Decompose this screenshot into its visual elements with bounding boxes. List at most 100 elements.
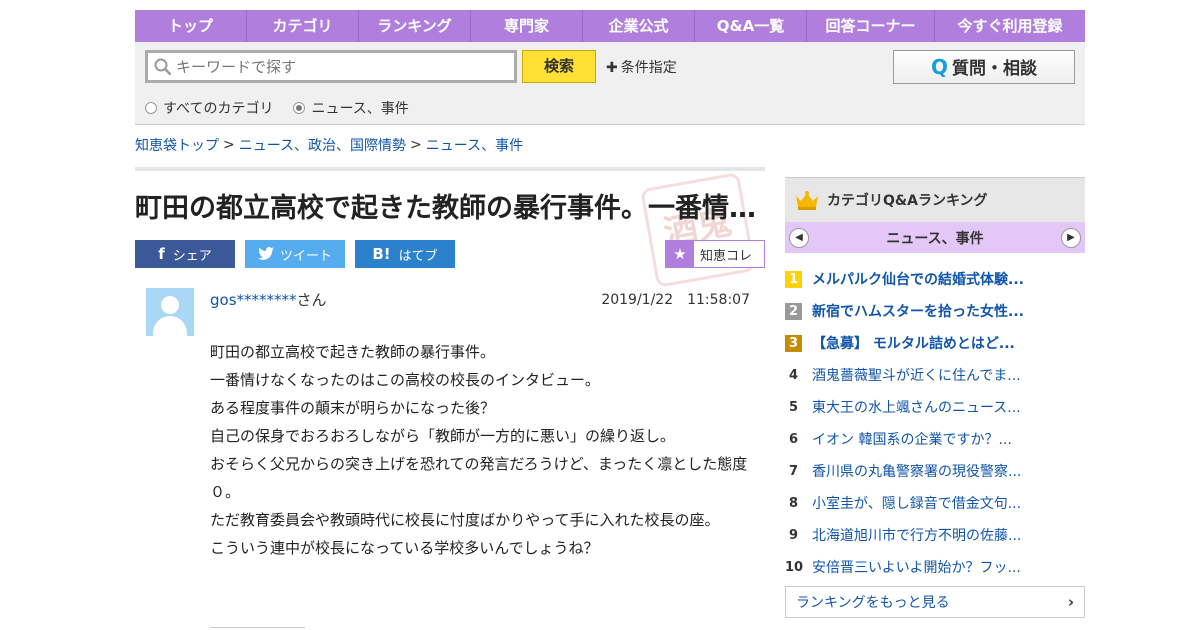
rank-link[interactable]: 北海道旭川市で行方不明の佐藤... [812, 525, 1021, 545]
rank-number: 5 [788, 399, 799, 415]
radio-current-category[interactable]: ニュース、事件 [293, 98, 409, 118]
breadcrumb-top[interactable]: 知恵袋トップ [135, 135, 219, 155]
ranking-category: ニュース、事件 [886, 230, 984, 247]
list-item[interactable]: 1 メルパルク仙台での結婚式体験... [785, 263, 1085, 295]
star-icon: ★ [666, 241, 694, 267]
nav-official[interactable]: 企業公式 [583, 10, 695, 42]
sidebar-ranking: カテゴリQ&Aランキング ◀ ニュース、事件 ▶ 1 メルパルク仙台での結婚式体験… [785, 177, 1085, 618]
nav-qa-list[interactable]: Q&A一覧 [695, 10, 807, 42]
chiecolle-button[interactable]: ★ 知恵コレ [665, 240, 765, 268]
q-icon: Q [930, 55, 948, 79]
list-item[interactable]: 5 東大王の水上颯さんのニュース... [785, 391, 1085, 423]
rank-link[interactable]: メルパルク仙台での結婚式体験... [812, 269, 1024, 289]
more-label: ランキングをもっと見る [796, 595, 950, 611]
breadcrumb: 知恵袋トップ > ニュース、政治、国際情勢 > ニュース、事件 [135, 135, 523, 155]
condition-link[interactable]: ✚ 条件指定 [606, 57, 677, 77]
list-item[interactable]: 4 酒鬼薔薇聖斗が近くに住んでま... [785, 359, 1085, 391]
rank-link[interactable]: 東大王の水上颯さんのニュース... [812, 397, 1021, 417]
ranking-category-bar: ◀ ニュース、事件 ▶ [785, 222, 1085, 253]
rank-number: 2 [785, 302, 802, 320]
ranking-title: カテゴリQ&Aランキング [827, 193, 988, 209]
rank-number: 4 [788, 367, 799, 383]
radio-all-categories[interactable]: すべてのカテゴリ [145, 98, 273, 118]
rank-number: 9 [788, 527, 799, 543]
nav-category[interactable]: カテゴリ [247, 10, 359, 42]
radio-dot-all [145, 102, 157, 114]
global-nav: トップ カテゴリ ランキング 専門家 企業公式 Q&A一覧 回答コーナー 今すぐ… [135, 10, 1085, 42]
nav-experts[interactable]: 専門家 [471, 10, 583, 42]
list-item[interactable]: 3 【急募】 モルタル詰めとはど... [785, 327, 1085, 359]
next-arrow-icon[interactable]: ▶ [1061, 227, 1081, 248]
body-line: ある程度事件の顛末が明らかになった後？ [210, 399, 496, 417]
search-button[interactable]: 検索 [522, 50, 596, 83]
rank-link[interactable]: 【急募】 モルタル詰めとはど... [812, 333, 1015, 353]
breadcrumb-news-politics[interactable]: ニュース、政治、国際情勢 [239, 135, 406, 155]
breadcrumb-news-incidents[interactable]: ニュース、事件 [426, 135, 523, 155]
list-item[interactable]: 8 小室圭が、隠し録音で借金文句... [785, 487, 1085, 519]
rank-number: 3 [785, 334, 802, 352]
divider [135, 167, 765, 171]
body-line: 自己の保身でおろおろしながら「教師が一方的に悪い」の繰り返し。 [210, 427, 676, 445]
ask-label: 質問・相談 [952, 59, 1037, 79]
list-item[interactable]: 10 安倍晋三いよいよ開始か？フッ... [785, 551, 1085, 583]
author-suffix: さん [296, 291, 327, 309]
question-title: 町田の都立高校で起きた教師の暴行事件。一番情けなくなったのはこの高校の校長のイン… [135, 193, 765, 224]
question-timestamp: 2019/1/22 11:58:07 [601, 292, 750, 308]
chevron-right-icon: › [1067, 593, 1074, 611]
search-area: 検索 ✚条件指定 Q質問・相談 すべてのカテゴリ ニュース、事件 [135, 42, 1085, 125]
question-author: gos********さん [210, 289, 327, 310]
ranking-header: カテゴリQ&Aランキング [785, 177, 1085, 222]
body-line: 一番情けなくなったのはこの高校の校長のインタビュー。 [210, 371, 600, 389]
twitter-tweet-button[interactable]: ツイート [245, 240, 345, 268]
share-buttons: f シェア ツイート B! はてブ [135, 240, 465, 268]
chiecolle-label: 知恵コレ [700, 248, 753, 264]
search-input[interactable] [176, 57, 496, 76]
hatena-b-icon: B! [372, 245, 391, 263]
rank-link[interactable]: イオン 韓国系の企業ですか？... [812, 429, 1012, 449]
list-item[interactable]: 6 イオン 韓国系の企業ですか？... [785, 423, 1085, 455]
radio-dot-current [293, 102, 306, 114]
body-line: ただ教育委員会や教頭時代に校長に忖度ばかりやって手に入れた校長の座。 [210, 511, 720, 529]
category-radios: すべてのカテゴリ ニュース、事件 [145, 98, 429, 118]
facebook-icon: f [158, 245, 165, 263]
prev-arrow-icon[interactable]: ◀ [789, 227, 809, 248]
rank-number: 1 [785, 270, 802, 288]
ranking-list: 1 メルパルク仙台での結婚式体験... 2 新宿でハムスターを拾った女性... 3 【… [785, 263, 1085, 583]
facebook-label: シェア [172, 248, 212, 264]
twitter-label: ツイート [279, 248, 332, 264]
list-item[interactable]: 2 新宿でハムスターを拾った女性... [785, 295, 1085, 327]
body-line: こういう連中が校長になっている学校多いんでしょうね？ [210, 539, 599, 557]
nav-ranking[interactable]: ランキング [359, 10, 471, 42]
rank-link[interactable]: 小室圭が、隠し録音で借金文句... [812, 493, 1021, 513]
rank-number: 10 [785, 559, 804, 575]
hatena-bookmark-button[interactable]: B! はてブ [355, 240, 455, 268]
nav-top[interactable]: トップ [135, 10, 247, 42]
rank-link[interactable]: 香川県の丸亀警察署の現役警察... [812, 461, 1021, 481]
twitter-bird-icon [257, 247, 274, 260]
rank-link[interactable]: 新宿でハムスターを拾った女性... [812, 301, 1024, 321]
nav-answer-corner[interactable]: 回答コーナー [807, 10, 935, 42]
question-body: 町田の都立高校で起きた教師の暴行事件。 一番情けなくなったのはこの高校の校長のイ… [210, 338, 750, 562]
avatar-head [161, 296, 179, 314]
plus-icon: ✚ [606, 60, 618, 76]
rank-link[interactable]: 安倍晋三いよいよ開始か？フッ... [812, 557, 1021, 577]
search-icon [154, 58, 172, 75]
rank-number: 8 [788, 495, 799, 511]
radio-all-label: すべてのカテゴリ [163, 101, 274, 117]
body-line: 町田の都立高校で起きた教師の暴行事件。 [210, 343, 496, 361]
breadcrumb-separator: > [410, 137, 422, 153]
condition-label: 条件指定 [620, 60, 677, 76]
avatar-body [153, 316, 187, 336]
radio-current-label: ニュース、事件 [311, 101, 409, 117]
rank-link[interactable]: 酒鬼薔薇聖斗が近くに住んでま... [812, 365, 1021, 385]
ask-question-button[interactable]: Q 質問・相談 [893, 50, 1075, 84]
ranking-more-link[interactable]: ランキングをもっと見る › [785, 586, 1085, 618]
list-item[interactable]: 7 香川県の丸亀警察署の現役警察... [785, 455, 1085, 487]
nav-register[interactable]: 今すぐ利用登録 [935, 10, 1085, 42]
facebook-share-button[interactable]: f シェア [135, 240, 235, 268]
hatena-label: はてブ [398, 248, 438, 264]
author-name[interactable]: gos******** [210, 291, 297, 309]
rank-number: 6 [788, 431, 799, 447]
search-box[interactable] [145, 50, 517, 83]
list-item[interactable]: 9 北海道旭川市で行方不明の佐藤... [785, 519, 1085, 551]
